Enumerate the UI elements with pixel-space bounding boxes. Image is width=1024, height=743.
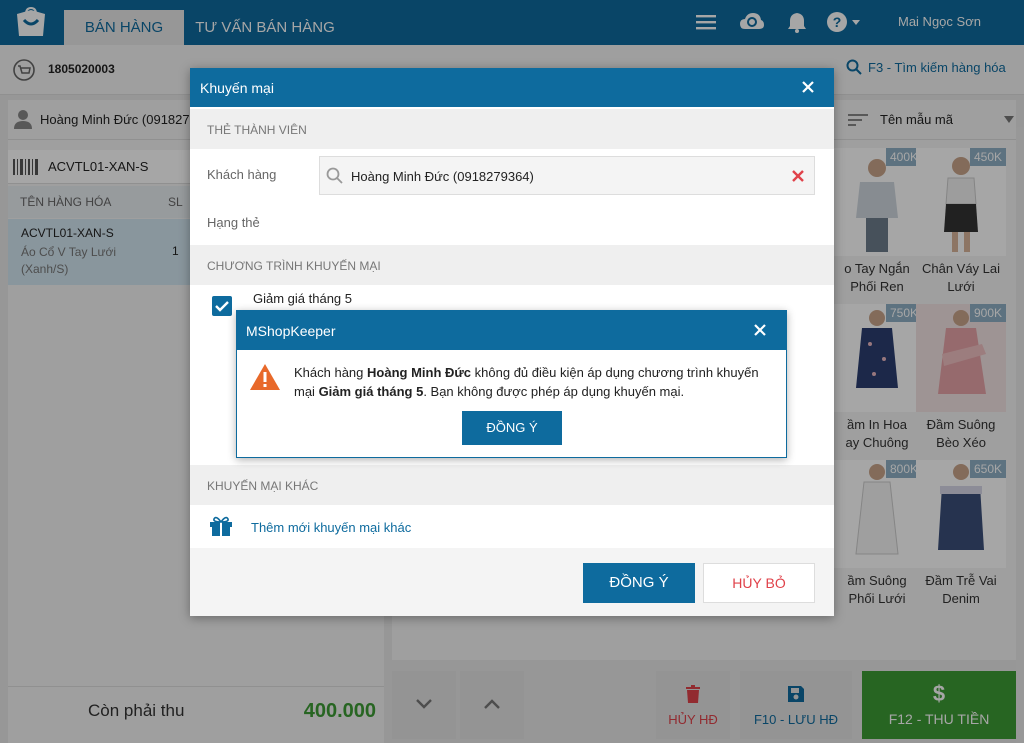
section-promo-program-title: CHƯƠNG TRÌNH KHUYẾN MẠI	[207, 259, 381, 273]
promo-checkbox[interactable]	[212, 296, 232, 316]
promo-name: Giảm giá tháng 5	[253, 291, 353, 306]
close-icon[interactable]	[800, 79, 816, 95]
cancel-button[interactable]: HỦY BỎ	[703, 563, 815, 603]
alert-message-customer: Hoàng Minh Đức	[367, 365, 472, 380]
section-member-card-title: THẺ THÀNH VIÊN	[207, 123, 307, 137]
customer-search-field[interactable]: Hoàng Minh Đức (0918279364)	[319, 156, 815, 195]
alert-title: MShopKeeper	[246, 323, 336, 339]
alert-message-promo: Giảm giá tháng 5	[318, 384, 424, 399]
warning-icon	[250, 364, 280, 390]
confirm-button[interactable]: ĐỒNG Ý	[583, 563, 695, 603]
close-icon[interactable]	[753, 323, 767, 337]
card-rank-label: Hạng thẻ	[207, 215, 260, 230]
section-other-promo: KHUYẾN MẠI KHÁC	[190, 465, 834, 505]
customer-field-label: Khách hàng	[207, 167, 277, 182]
section-promo-program: CHƯƠNG TRÌNH KHUYẾN MẠI	[190, 245, 834, 285]
clear-icon[interactable]	[792, 170, 804, 182]
check-icon	[215, 301, 229, 312]
section-member-card: THẺ THÀNH VIÊN	[190, 109, 834, 149]
dialog-header: Khuyến mại	[190, 68, 834, 107]
search-icon	[326, 167, 343, 184]
dialog-title: Khuyến mại	[200, 80, 274, 96]
gift-icon	[210, 516, 232, 536]
alert-message-text: . Bạn không được phép áp dụng khuyến mại…	[423, 384, 685, 399]
alert-ok-button[interactable]: ĐỒNG Ý	[462, 411, 562, 445]
section-other-promo-title: KHUYẾN MẠI KHÁC	[207, 479, 319, 493]
dialog-footer: ĐỒNG Ý HỦY BỎ	[190, 548, 834, 616]
add-promotion-link[interactable]: Thêm mới khuyến mại khác	[251, 520, 411, 535]
customer-search-value: Hoàng Minh Đức (0918279364)	[351, 169, 534, 184]
alert-message: Khách hàng Hoàng Minh Đức không đủ điều …	[294, 363, 780, 401]
alert-message-text: Khách hàng	[294, 365, 368, 380]
alert-dialog: MShopKeeper Khách hàng Hoàng Minh Đức kh…	[236, 310, 787, 458]
alert-header: MShopKeeper	[237, 311, 786, 350]
